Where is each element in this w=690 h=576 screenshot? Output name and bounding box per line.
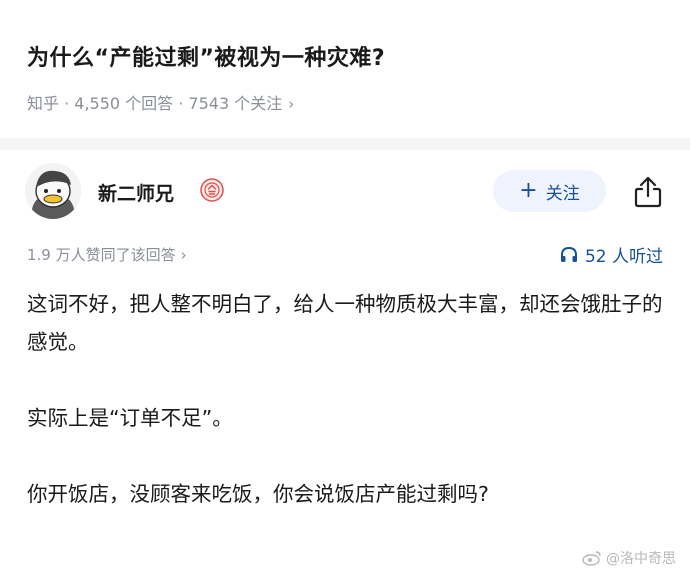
answer-body: 这词不好，把人整不明白了，给人一种物质极大丰富，却还会饿肚子的感觉。 实际上是“… (27, 285, 667, 513)
answer-stats: 1.9 万人赞同了该回答 › 52 人听过 (0, 240, 690, 270)
medal-badge-icon[interactable] (200, 178, 224, 202)
section-divider (0, 138, 690, 150)
likes-text: 1.9 万人赞同了该回答 (27, 246, 176, 264)
listen-count: 52 人听过 (584, 247, 663, 267)
question-meta-text: 知乎 · 4,550 个回答 · 7543 个关注 (27, 94, 283, 113)
plus-icon: + (519, 178, 538, 203)
question-meta[interactable]: 知乎 · 4,550 个回答 · 7543 个关注 › (27, 90, 294, 114)
author-row: 新二师兄 + 关注 (0, 150, 690, 230)
follow-button[interactable]: + 关注 (493, 170, 606, 212)
author-name[interactable]: 新二师兄 (98, 179, 174, 206)
chevron-right-icon: › (180, 246, 187, 264)
duck-avatar-icon (25, 163, 81, 219)
watermark: @洛中奇思 (582, 548, 676, 568)
headphones-icon (560, 246, 577, 262)
listen-button[interactable]: 52 人听过 (560, 242, 663, 267)
chevron-right-icon: › (288, 95, 295, 113)
answer-paragraph: 这词不好，把人整不明白了，给人一种物质极大丰富，却还会饿肚子的感觉。 (27, 292, 663, 354)
question-title[interactable]: 为什么“产能过剩”被视为一种灾难? (27, 40, 385, 72)
likes-count[interactable]: 1.9 万人赞同了该回答 › (27, 244, 187, 265)
answer-paragraph: 你开饭店，没顾客来吃饭，你会说饭店产能过剩吗? (27, 482, 489, 506)
share-icon[interactable] (632, 175, 664, 209)
answer-paragraph: 实际上是“订单不足”。 (27, 406, 233, 430)
weibo-logo-icon (582, 551, 601, 566)
follow-label: 关注 (545, 183, 580, 204)
question-header: 为什么“产能过剩”被视为一种灾难? 知乎 · 4,550 个回答 · 7543 … (0, 0, 690, 138)
watermark-text: @洛中奇思 (606, 551, 676, 567)
avatar[interactable] (25, 163, 81, 219)
